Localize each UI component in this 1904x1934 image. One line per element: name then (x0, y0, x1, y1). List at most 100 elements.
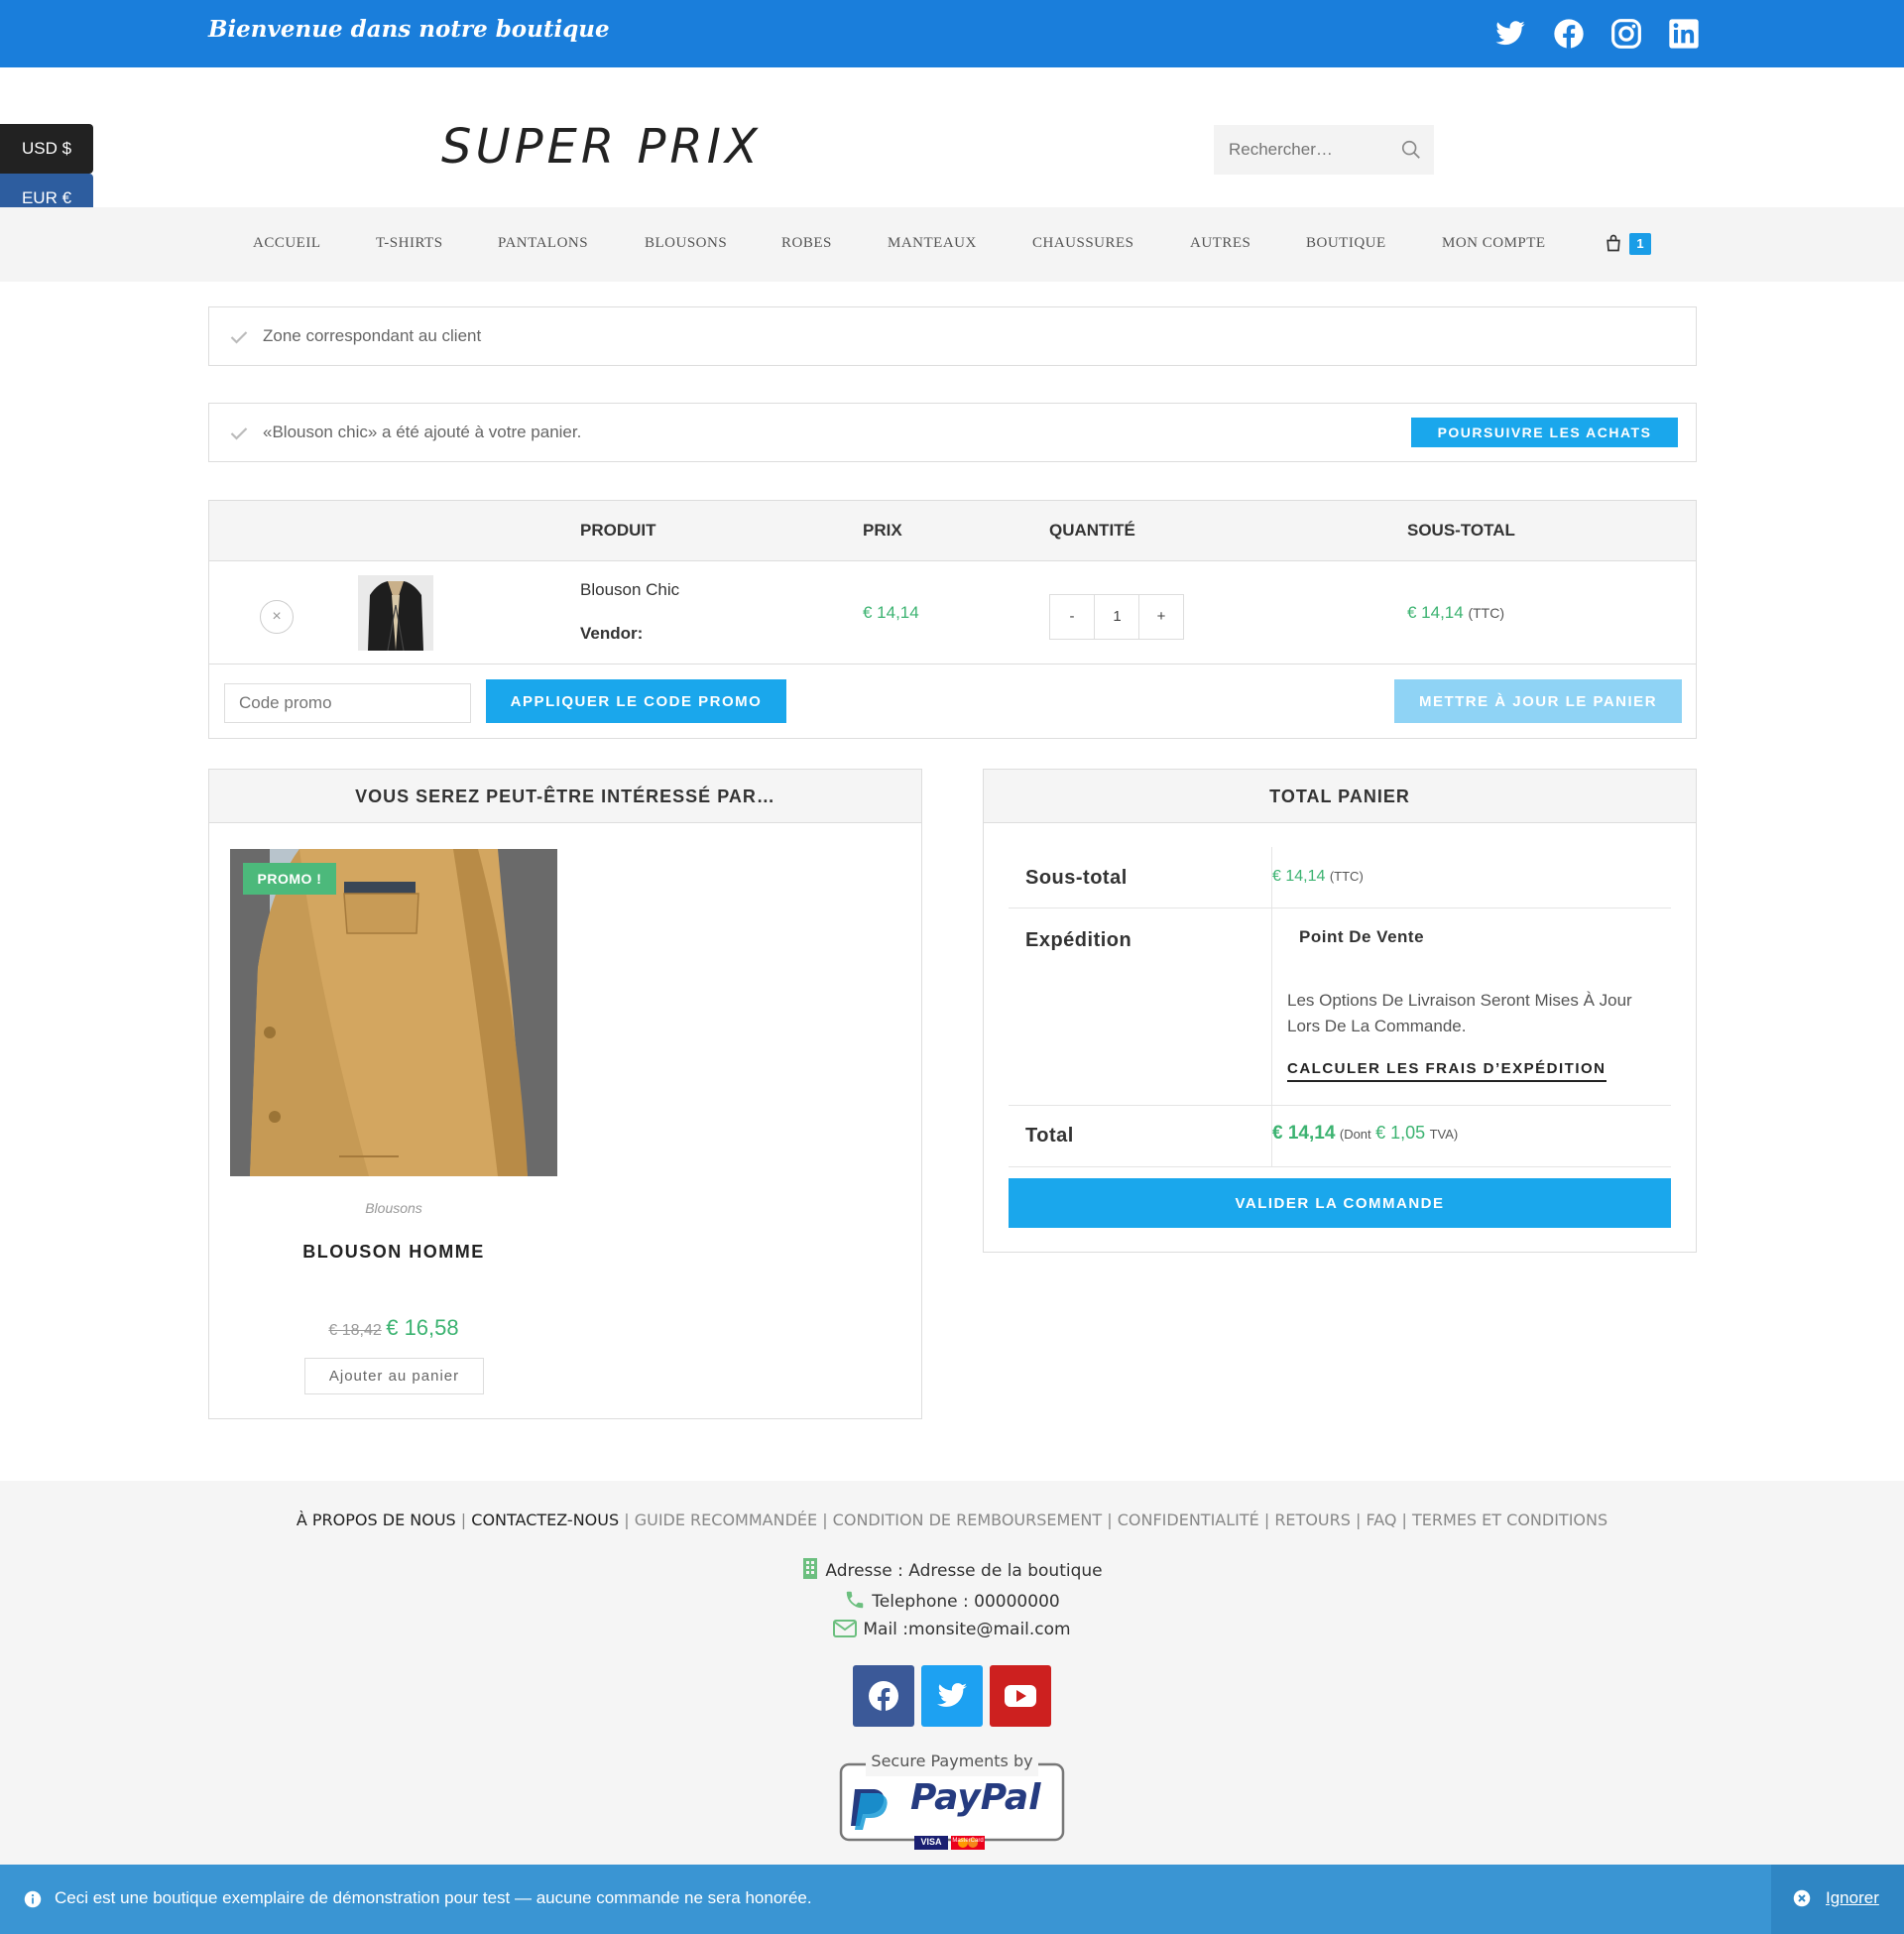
phone-icon (847, 1591, 864, 1609)
check-icon (230, 427, 248, 440)
add-to-cart-button[interactable]: Ajouter au panier (304, 1358, 484, 1394)
product-old-price: € 18,42 (328, 1322, 382, 1339)
cart-item-tax-note: (TTC) (1468, 605, 1505, 621)
twitter-icon[interactable] (921, 1665, 983, 1727)
nav-item-blousons[interactable]: BLOUSONS (645, 235, 727, 252)
nav-item-accueil[interactable]: ACCUEIL (253, 235, 321, 252)
cart-item-name[interactable]: Blouson Chic (580, 580, 679, 600)
continue-shopping-button[interactable]: POURSUIVRE LES ACHATS (1411, 418, 1678, 447)
product-title[interactable]: BLOUSON HOMME (230, 1242, 557, 1263)
footer-link-contact[interactable]: CONTACTEZ-NOUS (471, 1511, 619, 1529)
paypal-brand: PayPal (910, 1777, 1041, 1818)
calculate-shipping-link[interactable]: CALCULER LES FRAIS D’EXPÉDITION (1287, 1060, 1606, 1082)
cart-item-subtotal: € 14,14 (TTC) (1407, 603, 1504, 623)
facebook-icon[interactable] (853, 1665, 914, 1727)
total-tax-prefix: (Dont (1339, 1127, 1371, 1142)
search-input[interactable] (1214, 125, 1392, 175)
footer-mail: Mail :monsite@mail.com (0, 1620, 1904, 1639)
product-image-blouson-homme[interactable] (230, 849, 557, 1176)
footer-phone-text: Telephone : 00000000 (872, 1592, 1060, 1612)
checkout-button[interactable]: VALIDER LA COMMANDE (1009, 1178, 1671, 1228)
footer-link-guide[interactable]: GUIDE RECOMMANDÉE (635, 1511, 817, 1529)
column-header-price: PRIX (863, 521, 902, 540)
quantity-stepper: - 1 + (1049, 594, 1184, 640)
subtotal-tax-note: (TTC) (1329, 869, 1364, 884)
column-header-product: PRODUIT (580, 521, 656, 540)
info-icon (24, 1890, 42, 1908)
paypal-card-visa: VISA (920, 1837, 942, 1847)
nav-item-manteaux[interactable]: MANTEAUX (888, 235, 977, 252)
currency-usd-button[interactable]: USD $ (0, 124, 93, 174)
nav-item-autres[interactable]: AUTRES (1190, 235, 1250, 252)
footer-phone: Telephone : 00000000 (0, 1589, 1904, 1612)
update-cart-button[interactable]: METTRE À JOUR LE PANIER (1394, 679, 1682, 723)
twitter-icon[interactable] (1494, 18, 1526, 50)
quantity-input[interactable]: 1 (1095, 595, 1139, 639)
subtotal-value: € 14,14 (TTC) (1272, 868, 1364, 886)
subtotal-label: Sous-total (1025, 867, 1128, 889)
quantity-increase-button[interactable]: + (1138, 595, 1183, 639)
apply-coupon-button[interactable]: APPLIQUER LE CODE PROMO (486, 679, 786, 723)
zone-notice: Zone correspondant au client (208, 306, 1697, 366)
footer-address-text: Adresse : Adresse de la boutique (825, 1561, 1103, 1581)
cart-item-price: € 14,14 (863, 603, 919, 622)
search-box (1214, 125, 1434, 175)
nav-item-robes[interactable]: ROBES (781, 235, 832, 252)
footer-link-about[interactable]: À PROPOS DE NOUS (297, 1511, 456, 1529)
cart-totals-title: TOTAL PANIER (984, 770, 1696, 823)
dismiss-notice-label[interactable]: Ignorer (1826, 1888, 1879, 1908)
demo-store-message: Ceci est une boutique exemplaire de démo… (55, 1888, 812, 1907)
totals-row-subtotal: Sous-total € 14,14 (TTC) (1009, 847, 1671, 908)
paypal-card-mastercard: MasterCard (952, 1838, 984, 1844)
footer-link-returns[interactable]: RETOURS (1274, 1511, 1351, 1529)
cart-count-badge: 1 (1629, 233, 1651, 255)
coupon-code-input[interactable] (224, 683, 471, 723)
footer-link-faq[interactable]: FAQ (1366, 1511, 1396, 1529)
shipping-note: Les Options De Livraison Seront Mises À … (1287, 991, 1632, 1035)
cart-table: PRODUIT PRIX QUANTITÉ SOUS-TOTAL × Blous… (208, 500, 1697, 739)
shipping-method: Point De Vente (1299, 927, 1425, 946)
facebook-icon[interactable] (1553, 18, 1585, 50)
linkedin-icon[interactable] (1668, 18, 1700, 50)
instagram-icon[interactable] (1610, 18, 1642, 50)
cart-item-row: × Blouson Chic Vendor: € 14,14 - 1 + € 1… (209, 561, 1696, 665)
welcome-text: Bienvenue dans notre boutique (208, 16, 610, 43)
total-amount: € 14,14 (1272, 1123, 1336, 1144)
promo-badge: PROMO ! (243, 863, 336, 895)
nav-item-pantalons[interactable]: PANTALONS (498, 235, 588, 252)
close-circle-icon[interactable] (1793, 1889, 1811, 1907)
nav-item-t-shirts[interactable]: T-SHIRTS (376, 235, 443, 252)
nav-item-mon-compte[interactable]: MON COMPTE (1442, 235, 1546, 252)
nav-item-chaussures[interactable]: CHAUSSURES (1032, 235, 1134, 252)
added-notice-text: «Blouson chic» a été ajouté à votre pani… (263, 423, 582, 441)
total-tax-amount: € 1,05 (1375, 1123, 1426, 1143)
product-new-price: € 16,58 (386, 1315, 459, 1340)
quantity-decrease-button[interactable]: - (1050, 595, 1095, 639)
cart-table-header: PRODUIT PRIX QUANTITÉ SOUS-TOTAL (209, 501, 1696, 561)
dismiss-notice-button[interactable]: Ignorer (1771, 1865, 1904, 1934)
site-logo[interactable]: SUPER PRIX (441, 119, 762, 175)
subtotal-amount: € 14,14 (1272, 868, 1326, 885)
total-value: € 14,14 (Dont € 1,05 TVA) (1272, 1123, 1458, 1145)
total-label: Total (1025, 1125, 1074, 1147)
search-icon[interactable] (1400, 139, 1422, 161)
shopping-bag-icon[interactable] (1604, 233, 1623, 253)
product-thumbnail-blouson-chic[interactable] (358, 575, 433, 651)
column-header-quantity: QUANTITÉ (1049, 521, 1135, 540)
column-header-subtotal: SOUS-TOTAL (1407, 521, 1515, 540)
nav-item-boutique[interactable]: BOUTIQUE (1306, 235, 1386, 252)
cart-item-vendor-label: Vendor: (580, 624, 644, 643)
remove-item-button[interactable]: × (260, 600, 294, 634)
totals-row-shipping: Expédition Point De Vente Les Options De… (1009, 908, 1671, 1106)
footer-link-terms[interactable]: TERMES ET CONDITIONS (1412, 1511, 1607, 1529)
footer-links: À PROPOS DE NOUS | CONTACTEZ-NOUS | GUID… (296, 1511, 1608, 1529)
footer-link-privacy[interactable]: CONFIDENTIALITÉ (1118, 1511, 1259, 1529)
top-bar: Bienvenue dans notre boutique (0, 0, 1904, 67)
footer-link-refund[interactable]: CONDITION DE REMBOURSEMENT (833, 1511, 1103, 1529)
footer-mail-text: Mail :monsite@mail.com (863, 1620, 1071, 1639)
added-to-cart-notice: «Blouson chic» a été ajouté à votre pani… (208, 403, 1697, 462)
youtube-icon[interactable] (990, 1665, 1051, 1727)
product-category[interactable]: Blousons (230, 1200, 557, 1216)
building-icon (803, 1558, 818, 1579)
check-icon (230, 331, 248, 344)
